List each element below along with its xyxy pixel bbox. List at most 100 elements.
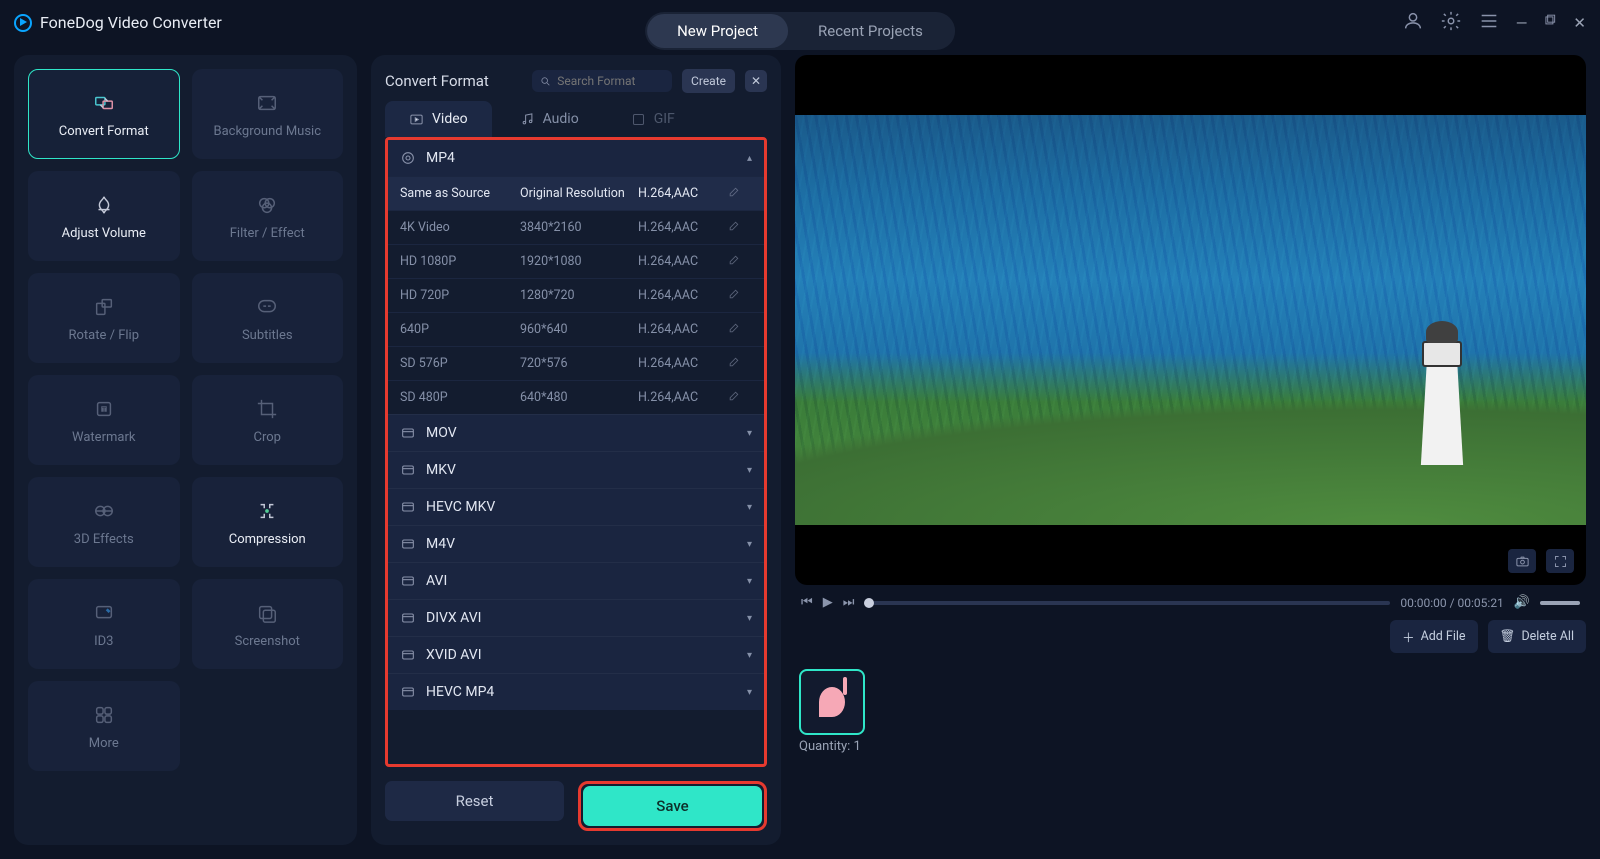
delete-all-button[interactable]: 🗑Delete All (1488, 620, 1586, 653)
tool-label: Compression (229, 532, 306, 547)
crop-icon (250, 396, 284, 422)
tool-label: 3D Effects (74, 532, 134, 547)
maximize-button[interactable] (1543, 14, 1557, 32)
format-group-hevc mkv[interactable]: HEVC MKV▾ (388, 488, 764, 525)
tool-label: Convert Format (59, 124, 149, 139)
tool-label: Filter / Effect (230, 226, 305, 241)
format-group-xvid avi[interactable]: XVID AVI▾ (388, 636, 764, 673)
format-group-m4v[interactable]: M4V▾ (388, 525, 764, 562)
format-group-mov[interactable]: MOV▾ (388, 414, 764, 451)
music-note-icon (819, 687, 845, 717)
tool-label: Watermark (72, 430, 135, 445)
preset-row[interactable]: HD 720P1280*720H.264,AAC (388, 278, 764, 312)
type-tab-audio[interactable]: Audio (496, 101, 603, 137)
snapshot-icon[interactable] (1508, 549, 1536, 573)
convert-icon (87, 90, 121, 116)
tab-recent-projects[interactable]: Recent Projects (788, 14, 953, 48)
preset-row[interactable]: HD 1080P1920*1080H.264,AAC (388, 244, 764, 278)
tool-filter-effect[interactable]: Filter / Effect (192, 171, 344, 261)
project-tabs: New Project Recent Projects (645, 12, 955, 50)
time-display: 00:00:00 / 00:05:21 (1400, 596, 1503, 610)
format-group-hevc mp4[interactable]: HEVC MP4▾ (388, 673, 764, 710)
tool-label: Adjust Volume (62, 226, 146, 241)
next-button[interactable]: ⏭ (843, 595, 855, 610)
tool-adjust-volume[interactable]: Adjust Volume (28, 171, 180, 261)
svg-text:T: T (102, 405, 106, 413)
type-tab-video[interactable]: Video (385, 101, 492, 137)
screenshot-icon (250, 600, 284, 626)
tool-label: Crop (254, 430, 281, 445)
playback-bar: ⏮ ▶ ⏭ 00:00:00 / 00:05:21 🔊 (795, 595, 1586, 610)
preset-row[interactable]: SD 480P640*480H.264,AAC (388, 380, 764, 414)
app-logo (14, 14, 32, 32)
type-tab-gif[interactable]: GIF (607, 101, 699, 137)
tool-rotate-flip[interactable]: Rotate / Flip (28, 273, 180, 363)
search-format[interactable] (532, 70, 672, 92)
panel-title: Convert Format (385, 72, 522, 90)
preview-panel: ⏮ ▶ ⏭ 00:00:00 / 00:05:21 🔊 ＋Add File 🗑D… (795, 55, 1586, 845)
video-preview[interactable] (795, 55, 1586, 585)
edit-icon[interactable] (728, 219, 752, 236)
format-group-avi[interactable]: AVI▾ (388, 562, 764, 599)
save-button[interactable]: Save (583, 786, 762, 826)
prev-button[interactable]: ⏮ (801, 595, 813, 610)
minimize-button[interactable]: — (1516, 14, 1528, 32)
add-file-button[interactable]: ＋Add File (1390, 620, 1478, 653)
volume-slider[interactable] (1540, 601, 1580, 605)
gear-icon[interactable] (1440, 10, 1462, 36)
save-highlight: Save (578, 781, 767, 831)
menu-icon[interactable] (1478, 10, 1500, 36)
file-thumbnail[interactable] (799, 669, 865, 735)
search-input[interactable] (557, 74, 664, 88)
tool-more[interactable]: More (28, 681, 180, 771)
preset-row[interactable]: Same as SourceOriginal ResolutionH.264,A… (388, 176, 764, 210)
preview-image (795, 115, 1586, 525)
fullscreen-icon[interactable] (1546, 549, 1574, 573)
close-button[interactable]: ✕ (1573, 14, 1586, 32)
edit-icon[interactable] (728, 253, 752, 270)
watermark-icon: T (87, 396, 121, 422)
more-icon (87, 702, 121, 728)
tool-background-music[interactable]: Background Music (192, 69, 344, 159)
preset-row[interactable]: SD 576P720*576H.264,AAC (388, 346, 764, 380)
edit-icon[interactable] (728, 287, 752, 304)
tool-id3[interactable]: ID3 (28, 579, 180, 669)
format-list: MP4▴Same as SourceOriginal ResolutionH.2… (385, 137, 767, 767)
tool-label: Subtitles (242, 328, 293, 343)
format-group-mkv[interactable]: MKV▾ (388, 451, 764, 488)
edit-icon[interactable] (728, 389, 752, 406)
preset-row[interactable]: 640P960*640H.264,AAC (388, 312, 764, 346)
tool-subtitles[interactable]: Subtitles (192, 273, 344, 363)
compress-icon (250, 498, 284, 524)
format-group-divx avi[interactable]: DIVX AVI▾ (388, 599, 764, 636)
format-panel: Convert Format Create ✕ Video Audio GIF … (371, 55, 781, 845)
tool-3d-effects[interactable]: 3D Effects (28, 477, 180, 567)
tool-label: Rotate / Flip (68, 328, 139, 343)
tool-screenshot[interactable]: Screenshot (192, 579, 344, 669)
close-panel-button[interactable]: ✕ (745, 70, 767, 92)
3d-icon (87, 498, 121, 524)
tab-new-project[interactable]: New Project (647, 14, 788, 48)
reset-button[interactable]: Reset (385, 781, 564, 821)
tool-label: Screenshot (235, 634, 300, 649)
id3-icon (87, 600, 121, 626)
app-title: FoneDog Video Converter (40, 13, 222, 32)
music-icon (250, 90, 284, 116)
volume-icon[interactable]: 🔊 (1514, 595, 1530, 610)
create-button[interactable]: Create (682, 69, 735, 93)
rotate-icon (87, 294, 121, 320)
tool-watermark[interactable]: T Watermark (28, 375, 180, 465)
format-group-mp4[interactable]: MP4▴ (388, 140, 764, 176)
tool-crop[interactable]: Crop (192, 375, 344, 465)
filter-icon (250, 192, 284, 218)
edit-icon[interactable] (728, 355, 752, 372)
seek-slider[interactable] (864, 601, 1390, 605)
account-icon[interactable] (1402, 10, 1424, 36)
edit-icon[interactable] (728, 185, 752, 202)
play-button[interactable]: ▶ (823, 595, 833, 610)
preset-row[interactable]: 4K Video3840*2160H.264,AAC (388, 210, 764, 244)
tool-compression[interactable]: Compression (192, 477, 344, 567)
tool-label: ID3 (94, 634, 113, 649)
edit-icon[interactable] (728, 321, 752, 338)
tool-convert-format[interactable]: Convert Format (28, 69, 180, 159)
